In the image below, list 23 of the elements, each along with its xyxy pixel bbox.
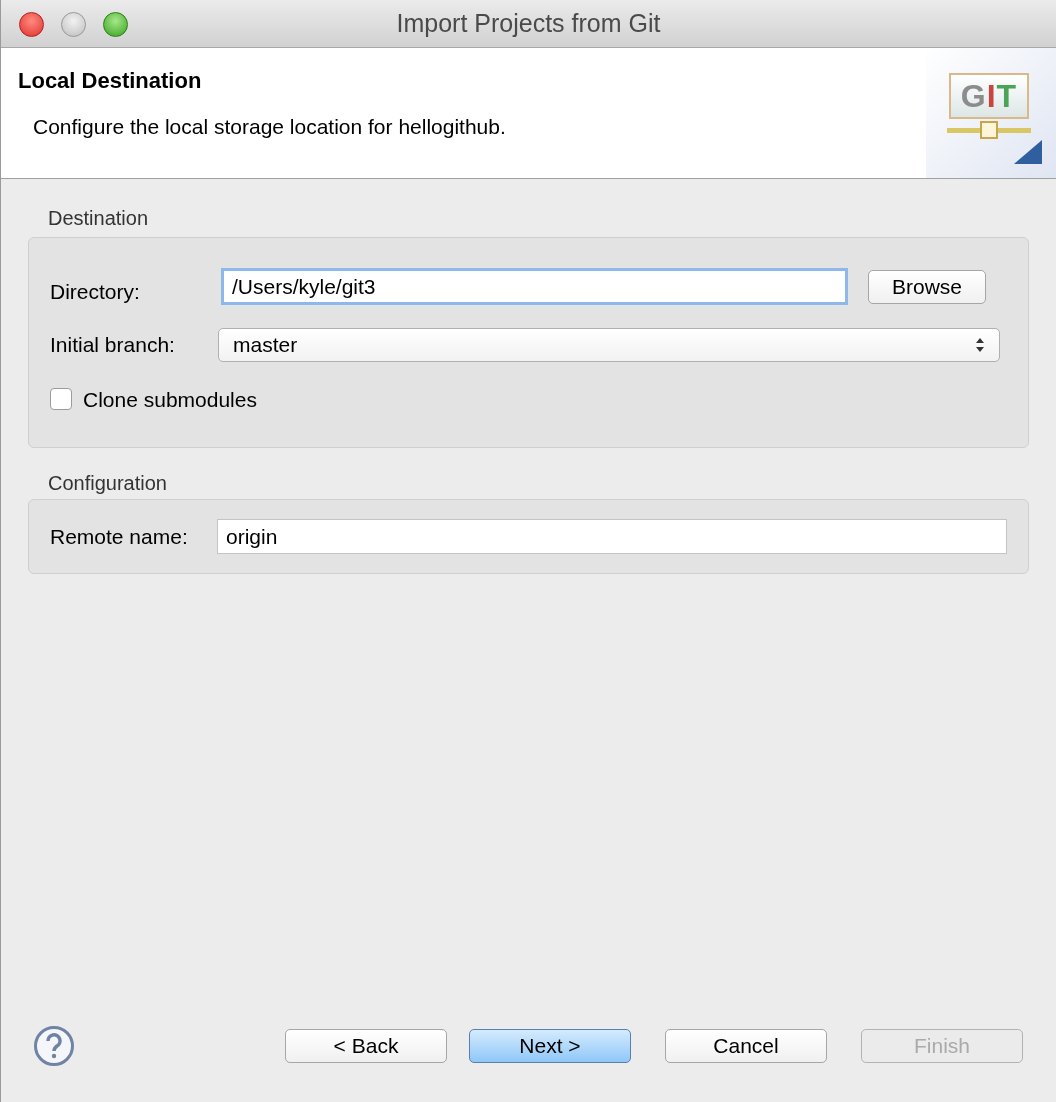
branch-dropdown[interactable]: master	[218, 327, 1000, 362]
page-title: Local Destination	[18, 67, 203, 95]
help-icon[interactable]	[33, 1025, 75, 1067]
checkbox[interactable]	[50, 388, 72, 411]
page-description: Configure the local storage location for hellogithub.	[33, 114, 507, 140]
zoom-button[interactable]	[103, 12, 128, 37]
field-label: Initial branch:	[50, 331, 176, 358]
group-label: Configuration	[48, 471, 168, 496]
dialog-button[interactable]: < Back	[285, 1029, 447, 1063]
remote-name-field[interactable]: origin	[217, 519, 1007, 554]
updown-arrows-icon	[975, 336, 985, 353]
group-label: Destination	[48, 206, 150, 231]
checkbox-label: Clone submodules	[83, 386, 257, 413]
dialog-button[interactable]: Cancel	[665, 1029, 827, 1063]
window-title: Import Projects from Git	[396, 7, 661, 39]
field-label: Directory:	[50, 279, 141, 305]
triangle-icon	[1014, 140, 1042, 164]
field-label: Remote name:	[50, 523, 189, 550]
close-button[interactable]	[19, 12, 44, 37]
dialog-button[interactable]: Next >	[469, 1029, 631, 1063]
directory-field[interactable]: /Users/kyle/git3	[221, 268, 848, 306]
minimize-button[interactable]	[61, 12, 86, 37]
browse-button[interactable]: Browse	[868, 269, 986, 304]
